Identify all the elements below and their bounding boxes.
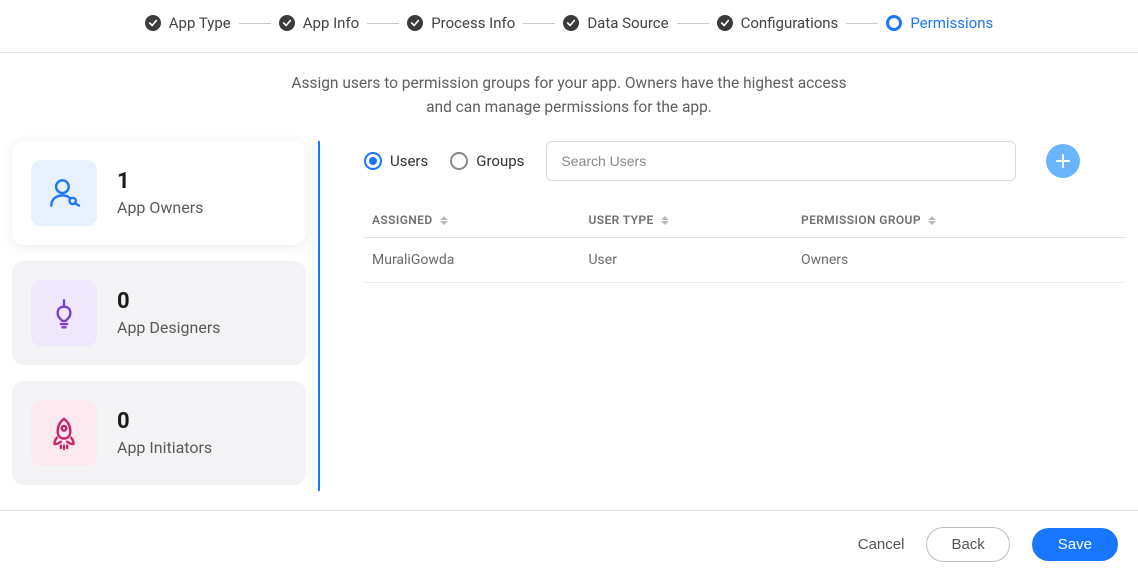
- permission-group-sidebar: 1 App Owners 0 App Designers: [12, 141, 320, 491]
- col-user-type-label: USER TYPE: [588, 213, 653, 227]
- check-icon: [563, 15, 579, 31]
- card-app-initiators[interactable]: 0 App Initiators: [12, 381, 306, 485]
- col-assigned[interactable]: ASSIGNED: [364, 203, 580, 238]
- ring-icon: [886, 15, 902, 31]
- intro-text: Assign users to permission groups for yo…: [0, 53, 1138, 141]
- check-icon: [279, 15, 295, 31]
- step-data-source[interactable]: Data Source: [563, 14, 668, 32]
- step-label: Permissions: [910, 14, 993, 32]
- step-connector: [846, 23, 878, 24]
- radio-groups[interactable]: Groups: [450, 152, 524, 170]
- radio-mark-icon: [450, 152, 468, 170]
- step-label: Data Source: [587, 14, 668, 32]
- check-icon: [407, 15, 423, 31]
- search-input[interactable]: [546, 141, 1016, 181]
- initiators-count: 0: [117, 409, 212, 434]
- sort-icon: [440, 216, 448, 225]
- cell-permission-group: Owners: [793, 238, 1126, 283]
- intro-line2: and can manage permissions for the app.: [0, 95, 1138, 119]
- step-connector: [367, 23, 399, 24]
- permissions-table: ASSIGNED USER TYPE PERMISSION GROUP Mura: [364, 203, 1126, 283]
- step-label: App Type: [169, 14, 231, 32]
- radio-users-label: Users: [390, 152, 428, 170]
- initiators-label: App Initiators: [117, 438, 212, 457]
- col-assigned-label: ASSIGNED: [372, 213, 433, 227]
- step-configurations[interactable]: Configurations: [717, 14, 839, 32]
- step-permissions[interactable]: Permissions: [886, 14, 993, 32]
- back-button[interactable]: Back: [926, 527, 1009, 562]
- designers-label: App Designers: [117, 318, 221, 337]
- col-permission-group[interactable]: PERMISSION GROUP: [793, 203, 1126, 238]
- owners-label: App Owners: [117, 198, 203, 217]
- check-icon: [145, 15, 161, 31]
- designers-count: 0: [117, 289, 221, 314]
- card-app-owners[interactable]: 1 App Owners: [12, 141, 306, 245]
- radio-mark-icon: [364, 152, 382, 170]
- designers-icon: [31, 280, 97, 346]
- sort-icon: [661, 216, 669, 225]
- main: 1 App Owners 0 App Designers: [0, 141, 1138, 491]
- step-label: Configurations: [741, 14, 839, 32]
- radio-groups-label: Groups: [476, 152, 524, 170]
- initiators-icon: [31, 400, 97, 466]
- owners-count: 1: [117, 169, 203, 194]
- step-connector: [523, 23, 555, 24]
- cell-user-type: User: [580, 238, 793, 283]
- step-connector: [677, 23, 709, 24]
- step-app-type[interactable]: App Type: [145, 14, 231, 32]
- owners-icon: [31, 160, 97, 226]
- col-user-type[interactable]: USER TYPE: [580, 203, 793, 238]
- step-connector: [239, 23, 271, 24]
- cell-assigned: MuraliGowda: [364, 238, 580, 283]
- intro-line1: Assign users to permission groups for yo…: [0, 71, 1138, 95]
- table-row[interactable]: MuraliGowda User Owners: [364, 238, 1126, 283]
- stepper: App Type App Info Process Info Data Sour…: [0, 0, 1138, 53]
- pane-controls: Users Groups: [364, 141, 1126, 181]
- footer: Cancel Back Save: [0, 510, 1138, 578]
- check-icon: [717, 15, 733, 31]
- step-process-info[interactable]: Process Info: [407, 14, 515, 32]
- step-label: App Info: [303, 14, 359, 32]
- add-user-button[interactable]: [1046, 144, 1080, 178]
- save-button[interactable]: Save: [1032, 528, 1118, 561]
- step-app-info[interactable]: App Info: [279, 14, 359, 32]
- cancel-button[interactable]: Cancel: [858, 536, 905, 553]
- card-app-designers[interactable]: 0 App Designers: [12, 261, 306, 365]
- sort-icon: [928, 216, 936, 225]
- permissions-pane: Users Groups ASSIGNED USER TYPE: [320, 141, 1126, 491]
- radio-users[interactable]: Users: [364, 152, 428, 170]
- step-label: Process Info: [431, 14, 515, 32]
- plus-icon: [1055, 153, 1071, 169]
- col-permission-group-label: PERMISSION GROUP: [801, 213, 921, 227]
